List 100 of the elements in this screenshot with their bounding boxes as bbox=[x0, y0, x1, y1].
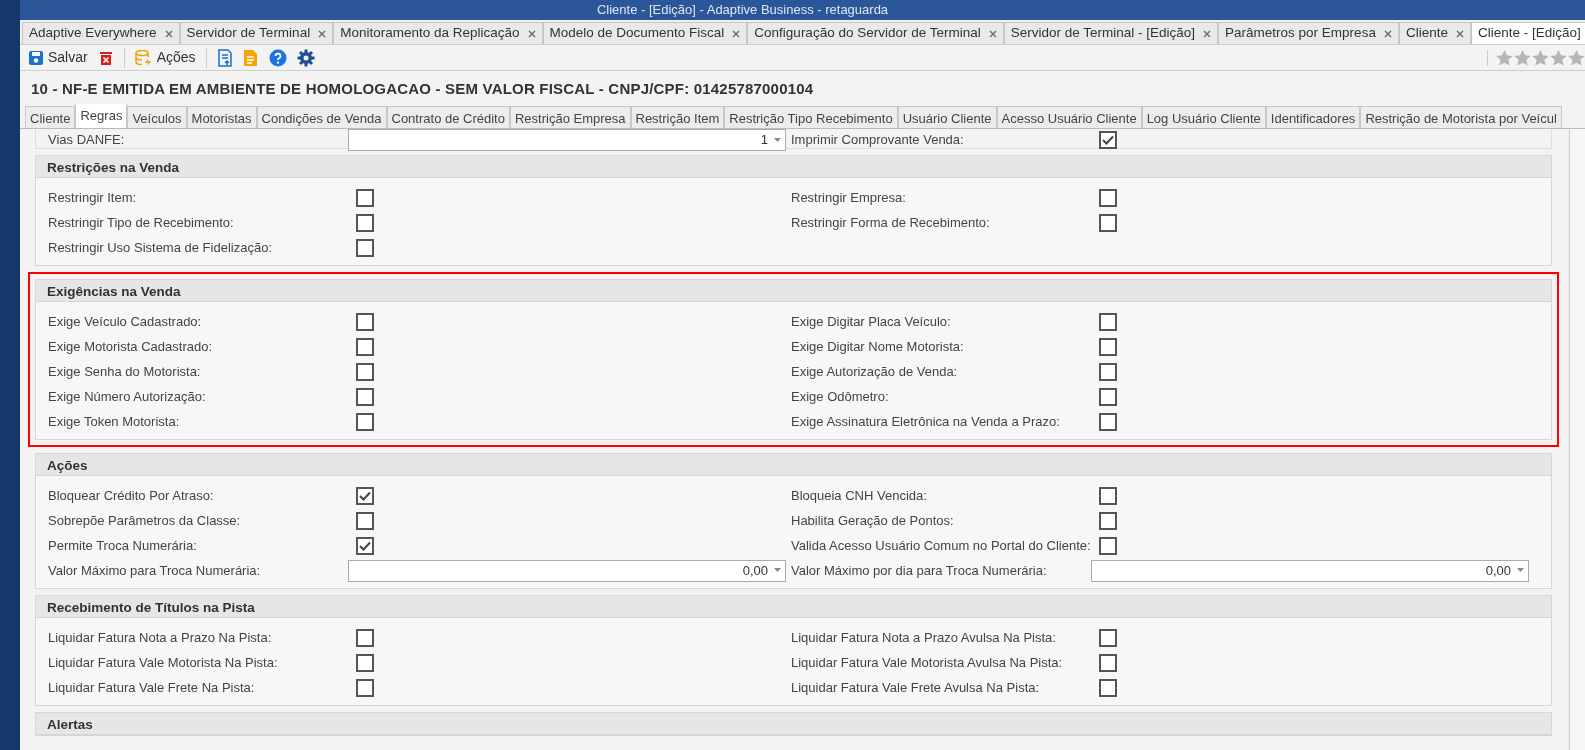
star-icon[interactable] bbox=[1568, 49, 1585, 66]
checkbox[interactable] bbox=[356, 412, 374, 431]
vertical-scrollbar[interactable] bbox=[1569, 129, 1585, 750]
close-icon[interactable] bbox=[1455, 29, 1464, 38]
checkbox[interactable] bbox=[356, 238, 374, 257]
star-icon[interactable] bbox=[1550, 49, 1567, 66]
checkbox[interactable] bbox=[1099, 188, 1117, 207]
record-heading: 10 - NF-E EMITIDA EM AMBIENTE DE HOMOLOGACAO - SEM VALOR FISCAL - CNPJ/CPF: 01425787000104 bbox=[30, 79, 815, 99]
close-icon[interactable] bbox=[732, 29, 741, 38]
field-label: Exige Número Autorização: bbox=[48, 387, 207, 406]
document-tab[interactable]: Modelo de Documento Fiscal bbox=[542, 22, 748, 44]
checkbox[interactable] bbox=[1099, 628, 1117, 647]
checkbox[interactable] bbox=[1099, 653, 1117, 672]
document-tab[interactable]: Cliente bbox=[1398, 22, 1471, 44]
close-icon[interactable] bbox=[988, 29, 997, 38]
field-label: Bloquear Crédito Por Atraso: bbox=[48, 486, 215, 505]
dropdown-icon[interactable] bbox=[774, 137, 781, 143]
field-label: Exige Motorista Cadastrado: bbox=[48, 337, 214, 356]
close-icon[interactable] bbox=[318, 29, 327, 38]
field-label: Vias DANFE: bbox=[48, 131, 126, 150]
checkbox[interactable] bbox=[356, 536, 374, 555]
field-label: Valor Máximo por dia para Troca Numerária: bbox=[791, 561, 1048, 580]
record-tab[interactable]: Usuário Cliente bbox=[897, 106, 997, 128]
star-icon[interactable] bbox=[1532, 49, 1549, 66]
record-tab[interactable]: Acesso Usuário Cliente bbox=[996, 106, 1142, 128]
field-label: Sobrepõe Parâmetros da Classe: bbox=[48, 511, 242, 530]
document-tab[interactable]: Cliente - [Edição] bbox=[1470, 22, 1585, 44]
record-tab[interactable]: Veículos bbox=[127, 106, 187, 128]
field-label: Restringir Tipo de Recebimento: bbox=[48, 213, 235, 232]
save-button[interactable]: Salvar bbox=[24, 45, 92, 70]
document-icon bbox=[242, 48, 259, 67]
checkbox[interactable] bbox=[1099, 362, 1117, 381]
record-tab[interactable]: Condições de Venda bbox=[256, 106, 387, 128]
field-label: Habilita Geração de Pontos: bbox=[791, 511, 955, 530]
checkbox[interactable] bbox=[1099, 131, 1117, 149]
checkbox[interactable] bbox=[1099, 486, 1117, 505]
dropdown-icon[interactable] bbox=[774, 568, 781, 573]
field-label: Exige Senha do Motorista: bbox=[48, 362, 202, 381]
field-label: Liquidar Fatura Vale Motorista Avulsa Na Pista: bbox=[791, 653, 1064, 672]
close-icon[interactable] bbox=[1383, 29, 1392, 38]
record-tab[interactable]: Cliente bbox=[25, 106, 76, 128]
document-tab[interactable]: Servidor de Terminal - [Edição] bbox=[1003, 22, 1219, 44]
gear-icon bbox=[296, 48, 315, 67]
checkbox[interactable] bbox=[1099, 213, 1117, 232]
checkbox[interactable] bbox=[1099, 678, 1117, 697]
actions-button[interactable]: Ações bbox=[130, 45, 200, 70]
checkbox[interactable] bbox=[356, 362, 374, 381]
checkbox[interactable] bbox=[1099, 536, 1117, 555]
field-label: Exige Digitar Nome Motorista: bbox=[791, 337, 965, 356]
field-label: Liquidar Fatura Vale Frete Na Pista: bbox=[48, 678, 256, 697]
star-icon[interactable] bbox=[1514, 49, 1531, 66]
star-icon[interactable] bbox=[1496, 49, 1513, 66]
dropdown-icon[interactable] bbox=[1517, 568, 1524, 573]
checkbox[interactable] bbox=[356, 188, 374, 207]
record-tab[interactable]: Restrição Empresa bbox=[509, 106, 631, 128]
field-label: Exige Autorização de Venda: bbox=[791, 362, 959, 381]
checkbox[interactable] bbox=[356, 312, 374, 331]
checkbox[interactable] bbox=[356, 511, 374, 530]
checkbox[interactable] bbox=[356, 387, 374, 406]
number-field[interactable]: 0,00 bbox=[348, 559, 786, 582]
record-tab[interactable]: Log Usuário Cliente bbox=[1141, 106, 1266, 128]
section-title: Alertas bbox=[36, 713, 1551, 735]
document-tab[interactable]: Adaptive Everywhere bbox=[22, 22, 180, 44]
close-icon[interactable] bbox=[1203, 29, 1212, 38]
record-tab[interactable]: Regras bbox=[75, 104, 128, 128]
field-label: Liquidar Fatura Vale Motorista Na Pista: bbox=[48, 653, 279, 672]
checkbox[interactable] bbox=[356, 628, 374, 647]
document-tab[interactable]: Servidor de Terminal bbox=[179, 22, 334, 44]
help-icon bbox=[268, 48, 287, 67]
close-icon[interactable] bbox=[527, 29, 536, 38]
number-field[interactable]: 1 bbox=[348, 129, 786, 151]
checkbox[interactable] bbox=[356, 337, 374, 356]
checkbox[interactable] bbox=[1099, 337, 1117, 356]
checkbox[interactable] bbox=[1099, 511, 1117, 530]
field-label: Imprimir Comprovante Venda: bbox=[791, 131, 965, 150]
checkbox[interactable] bbox=[1099, 412, 1117, 431]
document-tab[interactable]: Monitoramento da Replicação bbox=[333, 22, 543, 44]
close-icon[interactable] bbox=[164, 29, 173, 38]
checkbox[interactable] bbox=[356, 678, 374, 697]
record-tab[interactable]: Restrição de Motorista por Veícul bbox=[1360, 106, 1562, 128]
record-tab[interactable]: Motoristas bbox=[186, 106, 257, 128]
document-tab[interactable]: Parâmetros por Empresa bbox=[1218, 22, 1399, 44]
number-field[interactable]: 0,00 bbox=[1091, 559, 1529, 582]
checkbox[interactable] bbox=[356, 213, 374, 232]
field-label: Restringir Empresa: bbox=[791, 188, 907, 207]
document-tab[interactable]: Configuração do Servidor de Terminal bbox=[747, 22, 1004, 44]
record-tab[interactable]: Contrato de Crédito bbox=[386, 106, 510, 128]
checkbox[interactable] bbox=[356, 486, 374, 505]
star-rating[interactable] bbox=[1487, 49, 1585, 66]
checkbox[interactable] bbox=[356, 653, 374, 672]
checkbox[interactable] bbox=[1099, 312, 1117, 331]
record-tab[interactable]: Restrição Item bbox=[630, 106, 725, 128]
field-label: Exige Veículo Cadastrado: bbox=[48, 312, 203, 331]
checkbox[interactable] bbox=[1099, 387, 1117, 406]
record-tab[interactable]: Identificadores bbox=[1265, 106, 1361, 128]
field-label: Exige Odômetro: bbox=[791, 387, 890, 406]
section-title: Exigências na Venda bbox=[36, 280, 1551, 302]
field-label: Permite Troca Numerária: bbox=[48, 536, 198, 555]
record-tab[interactable]: Restrição Tipo Recebimento bbox=[724, 106, 898, 128]
field-label: Liquidar Fatura Nota a Prazo Avulsa Na Pista: bbox=[791, 628, 1057, 647]
